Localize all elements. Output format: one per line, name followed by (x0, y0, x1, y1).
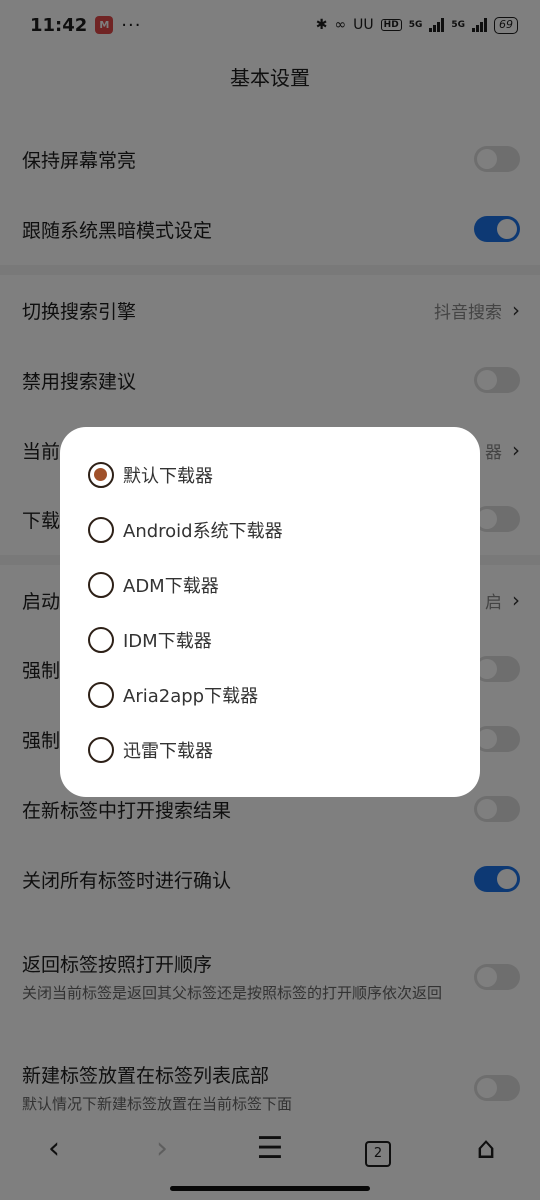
downloader-dialog: 默认下载器 Android系统下载器 ADM下载器 IDM下载器 Aria2ap… (60, 427, 480, 797)
radio-button[interactable] (88, 681, 114, 708)
downloader-option-android[interactable]: Android系统下载器 (60, 502, 480, 557)
downloader-option-adm[interactable]: ADM下载器 (60, 557, 480, 612)
radio-button[interactable] (88, 516, 114, 543)
option-label: ADM下载器 (123, 575, 219, 597)
downloader-option-xunlei[interactable]: 迅雷下载器 (60, 722, 480, 777)
radio-button[interactable] (88, 571, 114, 598)
downloader-option-default[interactable]: 默认下载器 (60, 447, 480, 502)
option-label: Android系统下载器 (123, 520, 283, 542)
option-label: IDM下载器 (123, 630, 212, 652)
downloader-option-idm[interactable]: IDM下载器 (60, 612, 480, 667)
radio-button[interactable] (88, 736, 114, 763)
radio-button-checked[interactable] (88, 461, 114, 488)
downloader-option-aria2app[interactable]: Aria2app下载器 (60, 667, 480, 722)
radio-button[interactable] (88, 626, 114, 653)
option-label: 默认下载器 (123, 465, 213, 487)
option-label: 迅雷下载器 (123, 740, 213, 762)
option-label: Aria2app下载器 (123, 685, 259, 707)
